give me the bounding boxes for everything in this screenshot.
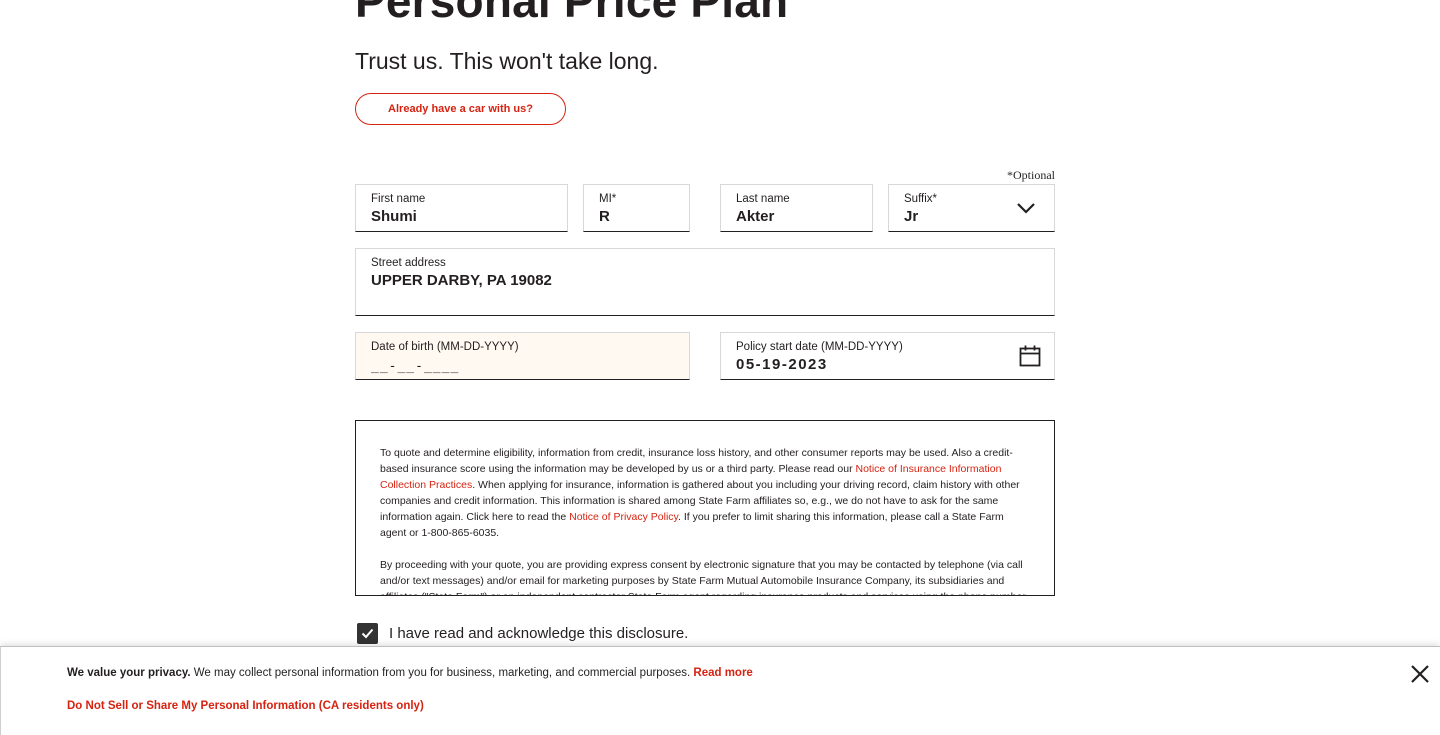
acknowledge-row[interactable]: I have read and acknowledge this disclos… (357, 623, 688, 644)
policy-start-date-value[interactable]: 05-19-2023 (736, 356, 828, 373)
street-address-field[interactable]: Street address UPPER DARBY, PA 19082 (355, 248, 1055, 316)
chevron-down-icon[interactable] (1016, 201, 1036, 215)
checkmark-icon (361, 628, 374, 639)
privacy-message: We value your privacy. We may collect pe… (67, 667, 753, 679)
disclosure-paragraph-2: By proceeding with your quote, you are p… (380, 559, 1026, 595)
page-subtitle: Trust us. This won't take long. (355, 48, 659, 74)
last-name-field[interactable]: Last name Akter (720, 184, 873, 232)
street-address-value[interactable]: UPPER DARBY, PA 19082 (371, 272, 552, 289)
first-name-field[interactable]: First name Shumi (355, 184, 568, 232)
acknowledge-checkbox[interactable] (357, 623, 378, 644)
suffix-label: Suffix* (904, 193, 938, 205)
first-name-label: First name (371, 193, 426, 205)
disclosure-paragraph-1: To quote and determine eligibility, info… (380, 447, 1020, 539)
disclosure-box[interactable]: To quote and determine eligibility, info… (355, 420, 1055, 596)
first-name-value[interactable]: Shumi (371, 208, 417, 225)
suffix-select[interactable]: Suffix* Jr (888, 184, 1055, 232)
acknowledge-label: I have read and acknowledge this disclos… (389, 625, 689, 642)
calendar-icon[interactable] (1019, 345, 1041, 367)
notice-of-privacy-policy-link[interactable]: Notice of Privacy Policy (569, 511, 678, 523)
last-name-value[interactable]: Akter (736, 208, 774, 225)
do-not-sell-link[interactable]: Do Not Sell or Share My Personal Informa… (67, 700, 424, 712)
page-title: Personal Price Plan™ (355, 0, 811, 28)
privacy-banner: We value your privacy. We may collect pe… (0, 646, 1440, 735)
date-of-birth-label: Date of birth (MM-DD-YYYY) (371, 341, 519, 353)
close-icon[interactable] (1409, 663, 1431, 685)
policy-start-date-label: Policy start date (MM-DD-YYYY) (736, 341, 903, 353)
date-of-birth-input[interactable]: __-__-____ (371, 359, 459, 374)
suffix-value[interactable]: Jr (904, 208, 918, 225)
middle-initial-field[interactable]: MI* R (583, 184, 690, 232)
read-more-link[interactable]: Read more (693, 667, 752, 679)
last-name-label: Last name (736, 193, 790, 205)
middle-initial-value[interactable]: R (599, 208, 610, 225)
policy-start-date-field[interactable]: Policy start date (MM-DD-YYYY) 05-19-202… (720, 332, 1055, 380)
street-address-label: Street address (371, 257, 446, 269)
middle-initial-label: MI* (599, 193, 617, 205)
optional-note: *Optional (1007, 168, 1055, 182)
date-of-birth-field[interactable]: Date of birth (MM-DD-YYYY) __-__-____ (355, 332, 690, 380)
trademark-mark: ™ (788, 0, 810, 5)
existing-customer-button[interactable]: Already have a car with us? (355, 93, 566, 125)
